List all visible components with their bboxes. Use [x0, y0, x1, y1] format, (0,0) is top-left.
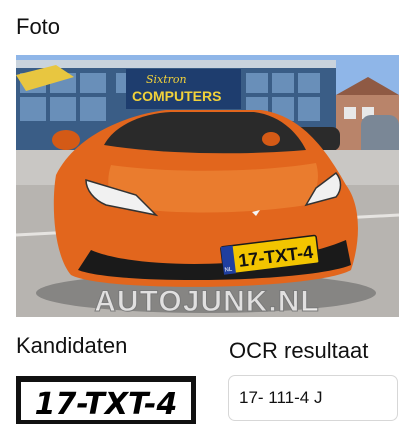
photo-watermark-text: AUTOJUNK.NL [94, 285, 319, 317]
candidate-plate-image[interactable]: 17-TXT-4 [16, 376, 196, 424]
store-sign-bottom-text: COMPUTERS [132, 88, 221, 104]
plate-country-text: NL [224, 267, 233, 274]
candidate-plate-text: 17-TXT-4 [35, 387, 178, 422]
candidates-section-title: Kandidaten [16, 333, 128, 358]
photo-section-title: Foto [16, 14, 61, 39]
car-photo: Sixtron COMPUTERS NL 17-TXT-4 AUTOJUNK.N… [16, 55, 399, 317]
store-sign-top-text: Sixtron [146, 73, 187, 86]
ocr-section-title: OCR resultaat [229, 338, 369, 363]
ocr-result-field[interactable]: 17- 111-4 J [228, 375, 398, 421]
